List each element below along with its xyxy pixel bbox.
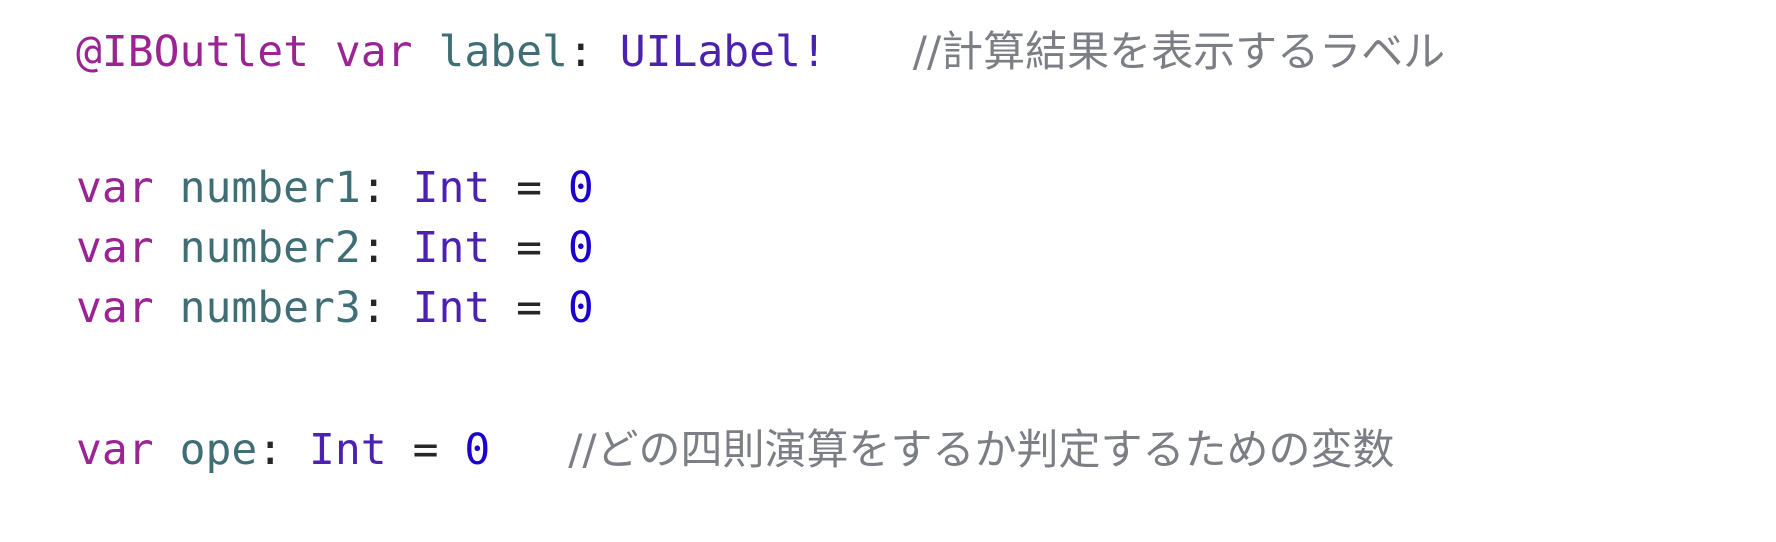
- number-literal: 0: [567, 223, 594, 273]
- colon: :: [360, 163, 387, 213]
- variable-name: ope: [179, 425, 258, 475]
- type-name: Int: [309, 425, 387, 475]
- attribute-keyword: @IBOutlet: [76, 27, 309, 77]
- code-comment: //どの四則演算をするか判定するための変数: [568, 425, 1395, 474]
- code-line-ope: var ope: Int = 0 //どの四則演算をするか判定するための変数: [76, 416, 1395, 484]
- var-keyword: var: [76, 283, 154, 333]
- equals-operator: =: [516, 283, 543, 333]
- variable-name: number3: [179, 283, 361, 333]
- code-line-number2: var number2: Int = 0: [76, 214, 594, 282]
- type-name: Int: [412, 283, 491, 333]
- var-keyword: var: [334, 27, 413, 77]
- type-name: Int: [412, 163, 491, 213]
- equals-operator: =: [516, 223, 543, 273]
- equals-operator: =: [516, 163, 543, 213]
- var-keyword: var: [76, 163, 154, 213]
- number-literal: 0: [567, 163, 594, 213]
- variable-name: number2: [179, 223, 361, 273]
- code-line-number1: var number1: Int = 0: [76, 154, 594, 222]
- code-line-label-outlet: @IBOutlet var label: UILabel! //計算結果を表示する…: [76, 18, 1445, 86]
- number-literal: 0: [464, 425, 491, 475]
- colon: :: [567, 27, 594, 77]
- code-comment: //計算結果を表示するラベル: [912, 27, 1446, 76]
- equals-operator: =: [412, 425, 439, 475]
- colon: :: [360, 223, 387, 273]
- code-line-number3: var number3: Int = 0: [76, 274, 594, 342]
- type-name: UILabel!: [619, 27, 827, 77]
- var-keyword: var: [76, 425, 154, 475]
- var-keyword: var: [76, 223, 154, 273]
- colon: :: [257, 425, 284, 475]
- number-literal: 0: [567, 283, 594, 333]
- type-name: Int: [412, 223, 491, 273]
- variable-name: number1: [179, 163, 361, 213]
- colon: :: [360, 283, 387, 333]
- variable-name: label: [438, 27, 568, 77]
